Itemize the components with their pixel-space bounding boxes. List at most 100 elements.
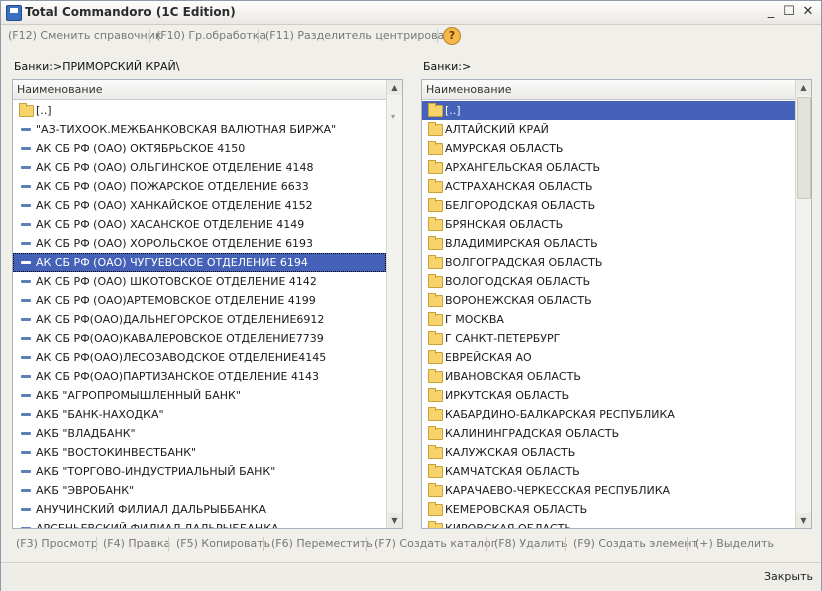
minimize-button[interactable]: _: [763, 4, 779, 20]
list-item[interactable]: АНУЧИНСКИЙ ФИЛИАЛ ДАЛЬРЫББАНКА: [13, 500, 386, 519]
list-item[interactable]: АК СБ РФ (ОАО) ХОРОЛЬСКОЕ ОТДЕЛЕНИЕ 6193: [13, 234, 386, 253]
list-item[interactable]: АК СБ РФ (ОАО)АРТЕМОВСКОЕ ОТДЕЛЕНИЕ 4199: [13, 291, 386, 310]
element-icon: [21, 527, 31, 528]
list-item[interactable]: АК СБ РФ (ОАО) ОЛЬГИНСКОЕ ОТДЕЛЕНИЕ 4148: [13, 158, 386, 177]
toolbar-divider: [258, 29, 259, 43]
row-label: АК СБ РФ (ОАО) ШКОТОВСКОЕ ОТДЕЛЕНИЕ 4142: [36, 275, 317, 288]
folder-icon: [428, 160, 443, 174]
folder-icon: [428, 483, 443, 497]
create-element-button[interactable]: (F9) Создать элемент: [573, 537, 698, 550]
close-window-button[interactable]: ✕: [800, 4, 816, 20]
column-header-name[interactable]: Наименование: [422, 80, 796, 100]
folder-row[interactable]: КЕМЕРОВСКАЯ ОБЛАСТЬ: [422, 500, 795, 519]
scroll-thumb[interactable]: [797, 97, 811, 199]
folder-row[interactable]: КАРАЧАЕВО-ЧЕРКЕССКАЯ РЕСПУБЛИКА: [422, 481, 795, 500]
select-button[interactable]: (+) Выделить: [695, 537, 774, 550]
element-icon: [21, 166, 31, 169]
scroll-down-arrow-icon[interactable]: ▼: [796, 513, 811, 528]
folder-icon: [428, 464, 443, 478]
folder-row[interactable]: Г МОСКВА: [422, 310, 795, 329]
row-label: [..]: [36, 104, 52, 117]
group-processing-button[interactable]: (F10) Гр.обработка: [156, 29, 266, 42]
left-file-list: [..] "АЗ-ТИХООК.МЕЖБАНКОВСКАЯ ВАЛЮТНАЯ БИ…: [13, 101, 386, 528]
folder-row[interactable]: КАБАРДИНО-БАЛКАРСКАЯ РЕСПУБЛИКА: [422, 405, 795, 424]
folder-row[interactable]: АМУРСКАЯ ОБЛАСТЬ: [422, 139, 795, 158]
list-item[interactable]: АК СБ РФ (ОАО) ОКТЯБРЬСКОЕ 4150: [13, 139, 386, 158]
row-label: ВОЛГОГРАДСКАЯ ОБЛАСТЬ: [445, 256, 603, 269]
list-item[interactable]: АКБ "ЭВРОБАНК": [13, 481, 386, 500]
folder-row[interactable]: ИРКУТСКАЯ ОБЛАСТЬ: [422, 386, 795, 405]
list-item[interactable]: АК СБ РФ (ОАО) ХАСАНСКОЕ ОТДЕЛЕНИЕ 4149: [13, 215, 386, 234]
folder-row[interactable]: ВОЛОГОДСКАЯ ОБЛАСТЬ: [422, 272, 795, 291]
folder-row[interactable]: ЕВРЕЙСКАЯ АО: [422, 348, 795, 367]
list-item[interactable]: АКБ "ТОРГОВО-ИНДУСТРИАЛЬНЫЙ БАНК": [13, 462, 386, 481]
maximize-button[interactable]: ☐: [781, 4, 797, 20]
folder-row[interactable]: АЛТАЙСКИЙ КРАЙ: [422, 120, 795, 139]
row-label: АСТРАХАНСКАЯ ОБЛАСТЬ: [445, 180, 593, 193]
list-item[interactable]: АК СБ РФ (ОАО) ЧУГУЕВСКОЕ ОТДЕЛЕНИЕ 6194: [13, 253, 386, 272]
element-icon: [21, 356, 31, 359]
window-title: Total Commandoro (1C Edition): [25, 5, 236, 19]
scroll-up-arrow-icon[interactable]: ▲: [796, 80, 811, 95]
list-item[interactable]: "АЗ-ТИХООК.МЕЖБАНКОВСКАЯ ВАЛЮТНАЯ БИРЖА": [13, 120, 386, 139]
row-label: КАЛУЖСКАЯ ОБЛАСТЬ: [445, 446, 576, 459]
folder-icon: [428, 521, 443, 528]
folder-row[interactable]: БРЯНСКАЯ ОБЛАСТЬ: [422, 215, 795, 234]
element-icon: [21, 318, 31, 321]
help-icon[interactable]: ?: [443, 27, 461, 45]
folder-row[interactable]: ВОЛГОГРАДСКАЯ ОБЛАСТЬ: [422, 253, 795, 272]
create-folder-button[interactable]: (F7) Создать каталог: [374, 537, 496, 550]
folder-icon: [428, 350, 443, 364]
center-splitter-button[interactable]: (F11) Разделитель центрировать: [265, 29, 457, 42]
folder-row[interactable]: [..]: [422, 101, 795, 120]
folder-row[interactable]: [..]: [13, 101, 386, 120]
move-button[interactable]: (F6) Переместить: [271, 537, 373, 550]
list-item[interactable]: АК СБ РФ(ОАО)ДАЛЬНЕГОРСКОЕ ОТДЕЛЕНИЕ6912: [13, 310, 386, 329]
toolbar-divider: [437, 29, 438, 43]
row-label: АК СБ РФ(ОАО)ПАРТИЗАНСКОЕ ОТДЕЛЕНИЕ 4143: [36, 370, 319, 383]
close-button[interactable]: Закрыть: [764, 570, 813, 583]
toolbar-divider: [149, 29, 150, 43]
list-item[interactable]: АК СБ РФ (ОАО) ХАНКАЙСКОЕ ОТДЕЛЕНИЕ 4152: [13, 196, 386, 215]
row-label: КАЛИНИНГРАДСКАЯ ОБЛАСТЬ: [445, 427, 620, 440]
list-item[interactable]: АКБ "БАНК-НАХОДКА": [13, 405, 386, 424]
row-label: АЛТАЙСКИЙ КРАЙ: [445, 123, 549, 136]
left-panel[interactable]: Наименование [..] "АЗ-ТИХООК.МЕЖБАНКОВСКА…: [12, 79, 403, 529]
folder-row[interactable]: КАЛУЖСКАЯ ОБЛАСТЬ: [422, 443, 795, 462]
folder-row[interactable]: ИВАНОВСКАЯ ОБЛАСТЬ: [422, 367, 795, 386]
row-label: АКБ "ЭВРОБАНК": [36, 484, 135, 497]
edit-button[interactable]: (F4) Правка: [103, 537, 170, 550]
folder-row[interactable]: КАЛИНИНГРАДСКАЯ ОБЛАСТЬ: [422, 424, 795, 443]
right-panel[interactable]: Наименование [..] АЛТАЙСКИЙ КРАЙ АМУРСКАЯ …: [421, 79, 812, 529]
folder-row[interactable]: КАМЧАТСКАЯ ОБЛАСТЬ: [422, 462, 795, 481]
view-button[interactable]: (F3) Просмотр: [16, 537, 98, 550]
list-item[interactable]: АКБ "ВОСТОКИНВЕСТБАНК": [13, 443, 386, 462]
row-label: Г САНКТ-ПЕТЕРБУРГ: [445, 332, 561, 345]
list-item[interactable]: АРСЕНЬЕВСКИЙ ФИЛИАЛ ДАЛЬРЫББАНКА: [13, 519, 386, 528]
list-item[interactable]: АКБ "ВЛАДБАНК": [13, 424, 386, 443]
folder-row[interactable]: АСТРАХАНСКАЯ ОБЛАСТЬ: [422, 177, 795, 196]
left-scrollbar[interactable]: ▲ ▾ ▼: [386, 80, 402, 528]
folder-icon: [428, 103, 443, 117]
list-item[interactable]: АК СБ РФ(ОАО)ПАРТИЗАНСКОЕ ОТДЕЛЕНИЕ 4143: [13, 367, 386, 386]
list-item[interactable]: АК СБ РФ(ОАО)ЛЕСОЗАВОДСКОЕ ОТДЕЛЕНИЕ4145: [13, 348, 386, 367]
scroll-down-arrow-icon[interactable]: ▼: [387, 513, 402, 528]
folder-row[interactable]: АРХАНГЕЛЬСКАЯ ОБЛАСТЬ: [422, 158, 795, 177]
right-scrollbar[interactable]: ▲ ▼: [795, 80, 811, 528]
delete-button[interactable]: (F8) Удалить: [494, 537, 568, 550]
row-label: КАМЧАТСКАЯ ОБЛАСТЬ: [445, 465, 580, 478]
column-header-name[interactable]: Наименование: [13, 80, 387, 100]
folder-row[interactable]: ВОРОНЕЖСКАЯ ОБЛАСТЬ: [422, 291, 795, 310]
list-item[interactable]: АК СБ РФ (ОАО) ПОЖАРСКОЕ ОТДЕЛЕНИЕ 6633: [13, 177, 386, 196]
folder-row[interactable]: Г САНКТ-ПЕТЕРБУРГ: [422, 329, 795, 348]
change-catalog-button[interactable]: (F12) Сменить справочник: [8, 29, 162, 42]
list-item[interactable]: АК СБ РФ(ОАО)КАВАЛЕРОВСКОЕ ОТДЕЛЕНИЕ7739: [13, 329, 386, 348]
list-item[interactable]: АК СБ РФ (ОАО) ШКОТОВСКОЕ ОТДЕЛЕНИЕ 4142: [13, 272, 386, 291]
list-item[interactable]: АКБ "АГРОПРОМЫШЛЕННЫЙ БАНК": [13, 386, 386, 405]
folder-row[interactable]: ВЛАДИМИРСКАЯ ОБЛАСТЬ: [422, 234, 795, 253]
folder-row[interactable]: БЕЛГОРОДСКАЯ ОБЛАСТЬ: [422, 196, 795, 215]
element-icon: [21, 280, 31, 283]
copy-button[interactable]: (F5) Копировать: [176, 537, 270, 550]
scroll-up-arrow-icon[interactable]: ▲: [387, 80, 402, 95]
folder-row[interactable]: КИРОВСКАЯ ОБЛАСТЬ: [422, 519, 795, 528]
